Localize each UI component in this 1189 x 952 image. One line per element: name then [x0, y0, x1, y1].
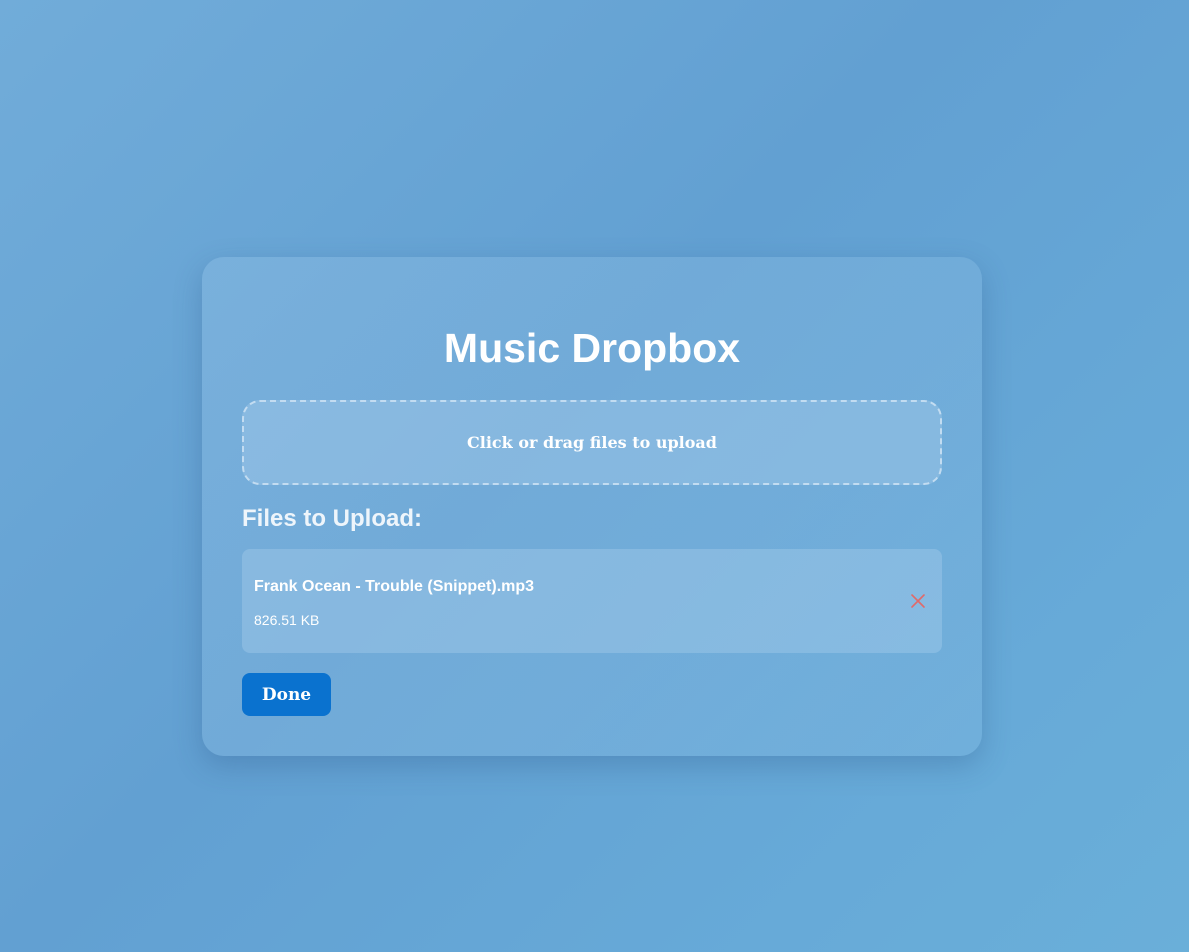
close-icon: [911, 594, 925, 608]
upload-card: Music Dropbox Click or drag files to upl…: [202, 257, 982, 756]
remove-file-button[interactable]: [910, 593, 926, 609]
page-title: Music Dropbox: [443, 325, 741, 371]
dropzone-label: Click or drag files to upload: [467, 433, 717, 452]
list-item: Frank Ocean - Trouble (Snippet).mp3 826.…: [242, 549, 942, 653]
done-button[interactable]: Done: [242, 673, 331, 716]
files-heading: Files to Upload:: [242, 505, 422, 532]
file-name: Frank Ocean - Trouble (Snippet).mp3: [254, 578, 535, 595]
file-dropzone[interactable]: Click or drag files to upload: [242, 400, 942, 485]
file-size: 826.51 KB: [254, 612, 320, 628]
